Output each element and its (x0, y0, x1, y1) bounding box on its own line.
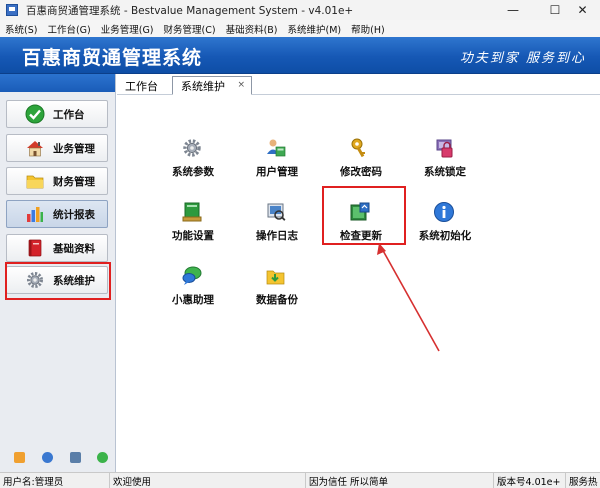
annotation-arrow (377, 243, 440, 352)
status-bar: 用户名:管理员 欢迎使用 因为信任 所以简单 版本号4.01e+ 服务热 (0, 472, 600, 488)
minimize-button[interactable]: — (493, 0, 533, 20)
status-version: 版本号4.01e+ (494, 473, 566, 488)
tab-workbench[interactable]: 工作台 (125, 76, 167, 95)
sidebar-item-label: 统计报表 (53, 208, 95, 221)
sidebar-item-workbench[interactable]: 工作台 (6, 100, 108, 128)
menu-maintenance[interactable]: 系统维护(M) (283, 22, 347, 36)
folder-icon (25, 171, 45, 191)
house-icon (25, 138, 45, 158)
menu-workbench[interactable]: 工作台(G) (42, 22, 95, 36)
sidebar-bottom-toolbar (0, 452, 115, 466)
app-name: 百惠商贸通管理系统 (22, 47, 203, 69)
menu-business[interactable]: 业务管理(G) (96, 22, 159, 36)
status-slogan: 因为信任 所以简单 (306, 473, 494, 488)
sidebar-item-label: 基础资料 (53, 242, 95, 255)
close-button[interactable]: ✕ (565, 0, 600, 20)
tab-system-maintenance[interactable]: 系统维护 × (172, 76, 252, 95)
menu-system[interactable]: 系统(S) (0, 22, 42, 36)
tab-label: 系统维护 (181, 79, 225, 93)
tab-bar: 工作台 系统维护 × (117, 74, 600, 95)
menu-bar: 系统(S) 工作台(G) 业务管理(G) 财务管理(C) 基础资料(B) 系统维… (0, 20, 600, 37)
sidebar-header-strip (0, 74, 115, 92)
banner-slogan: 功夫到家 服务到心 (459, 51, 586, 66)
sidebar-item-business[interactable]: 业务管理 (6, 134, 108, 162)
menu-help[interactable]: 帮助(H) (346, 22, 390, 36)
menu-basic-data[interactable]: 基础资料(B) (221, 22, 283, 36)
sidebar: 工作台 业务管理 财务管理 统计报表 基础资料 系统维护 (0, 74, 116, 472)
edit-icon[interactable] (14, 452, 25, 463)
tab-close-icon[interactable]: × (237, 80, 245, 90)
sidebar-item-reports[interactable]: 统计报表 (6, 200, 108, 228)
sidebar-item-finance[interactable]: 财务管理 (6, 167, 108, 195)
app-icon (6, 4, 18, 16)
sidebar-item-label: 业务管理 (53, 142, 95, 155)
sidebar-item-label: 财务管理 (53, 175, 95, 188)
menu-finance[interactable]: 财务管理(C) (159, 22, 221, 36)
book-icon (25, 238, 45, 258)
sidebar-item-basic-data[interactable]: 基础资料 (6, 234, 108, 262)
status-service: 服务热 (569, 476, 598, 488)
main-content: 系统参数 用户管理 修改密码 系统锁定 功能设置 操作日志 检查更新 系统初始化… (117, 95, 600, 472)
window-title: 百惠商贸通管理系统 - Bestvalue Management System … (26, 4, 354, 17)
highlight-box-maintenance (5, 262, 111, 300)
calculator-icon[interactable] (70, 452, 81, 463)
header-banner: 百惠商贸通管理系统 功夫到家 服务到心 (0, 37, 600, 74)
title-bar: 百惠商贸通管理系统 - Bestvalue Management System … (0, 0, 600, 20)
status-welcome: 欢迎使用 (110, 473, 306, 488)
checkmark-icon (25, 104, 45, 124)
chart-icon (25, 204, 45, 224)
clock-icon[interactable] (42, 452, 53, 463)
status-user: 用户名:管理员 (0, 473, 110, 488)
sidebar-item-label: 工作台 (53, 108, 85, 121)
globe-icon[interactable] (97, 452, 108, 463)
